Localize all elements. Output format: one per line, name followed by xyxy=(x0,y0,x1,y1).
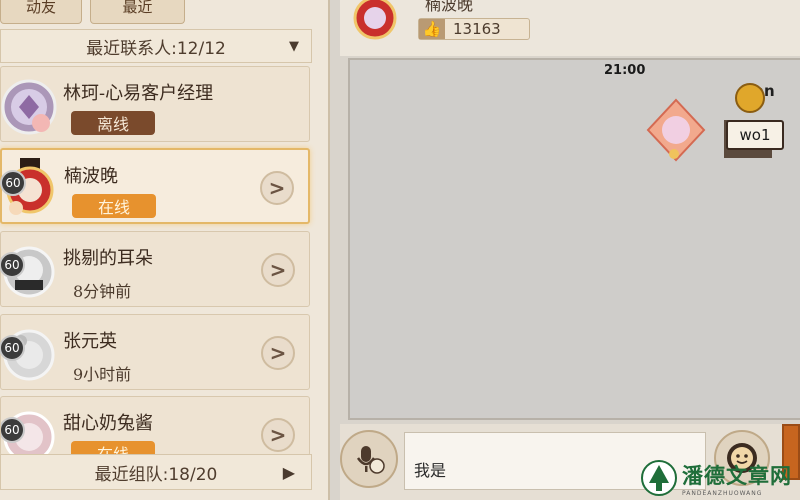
open-chat-button[interactable]: > xyxy=(261,336,295,370)
avatar xyxy=(1,73,57,137)
contact-name: 挑剔的耳朵 xyxy=(63,248,153,269)
microphone-icon xyxy=(356,446,385,474)
chat-partner-name: 楠波晚 xyxy=(425,0,474,14)
avatar: 60 xyxy=(0,321,57,385)
tab-friends[interactable]: 动友 xyxy=(0,0,82,24)
like-count: 13163 xyxy=(453,20,501,38)
contacts-panel: 动友 最近 最近联系人:12/12 ▼ 林珂-心易客户经理 离线 60 楠波晚 … xyxy=(0,0,330,500)
contact-name: 林珂-心易客户经理 xyxy=(63,83,214,104)
contact-item[interactable]: 林珂-心易客户经理 离线 xyxy=(0,66,310,142)
avatar: 60 xyxy=(1,403,57,455)
contact-name: 楠波晚 xyxy=(64,166,118,187)
status-badge: 在线 xyxy=(72,194,156,218)
last-seen: 8分钟前 xyxy=(73,282,132,301)
contact-item-selected[interactable]: 60 楠波晚 在线 > xyxy=(0,148,310,224)
last-seen: 9小时前 xyxy=(73,365,132,384)
avatar: 60 xyxy=(0,238,57,302)
level-badge: 60 xyxy=(0,252,25,278)
recent-team-header[interactable]: 最近组队:18/20 ▶ xyxy=(0,454,312,490)
caret-down-icon: ▼ xyxy=(289,38,299,54)
watermark-subtitle: PANDEANZHUOWANG xyxy=(682,489,763,497)
caret-right-icon: ▶ xyxy=(282,462,295,482)
watermark-logo-icon xyxy=(641,460,677,496)
chevron-right-icon: > xyxy=(269,341,287,365)
chat-partner-avatar xyxy=(346,0,404,44)
like-counter[interactable]: 👍 13163 xyxy=(418,18,530,40)
tab-recent[interactable]: 最近 xyxy=(90,0,185,24)
level-badge: 60 xyxy=(1,417,25,443)
status-badge: 离线 xyxy=(71,111,155,135)
message-timestamp: 21:00 xyxy=(604,63,646,78)
recent-contacts-header[interactable]: 最近联系人:12/12 ▼ xyxy=(0,29,312,63)
contact-item[interactable]: 60 甜心奶兔酱 在线 > xyxy=(0,396,310,456)
chevron-right-icon: > xyxy=(268,176,286,200)
level-badge: 60 xyxy=(0,170,26,196)
gift-avatar-frame xyxy=(644,96,708,164)
recent-team-label: 最近组队:18/20 xyxy=(94,464,218,485)
watermark-text: 潘德文章网 PANDEANZHUOWANG xyxy=(682,460,792,497)
contact-name: 甜心奶兔酱 xyxy=(63,413,153,434)
watermark: 潘德文章网 PANDEANZHUOWANG xyxy=(640,456,800,500)
open-chat-button[interactable]: > xyxy=(261,253,295,287)
chevron-right-icon: > xyxy=(269,258,287,282)
level-badge: 60 xyxy=(0,335,25,361)
contact-item[interactable]: 60 张元英 9小时前 > xyxy=(0,314,310,390)
watermark-title: 潘德文章网 xyxy=(682,463,792,488)
contact-item[interactable]: 60 挑剔的耳朵 8分钟前 > xyxy=(0,231,310,307)
open-chat-button[interactable]: > xyxy=(261,418,295,452)
open-chat-button[interactable]: > xyxy=(260,171,294,205)
thumbs-up-icon: 👍 xyxy=(419,19,445,39)
voice-to-text-button[interactable] xyxy=(340,430,398,488)
message-bubble: wo1 xyxy=(726,120,784,150)
recent-contacts-label: 最近联系人:12/12 xyxy=(86,38,226,59)
contact-name: 张元英 xyxy=(63,331,117,352)
chat-messages-area[interactable]: 21:00 fran wo1 xyxy=(348,58,800,420)
avatar: 60 xyxy=(0,156,58,220)
chevron-right-icon: > xyxy=(269,423,287,447)
chat-header: 楠波晚 👍 13163 xyxy=(340,0,800,56)
